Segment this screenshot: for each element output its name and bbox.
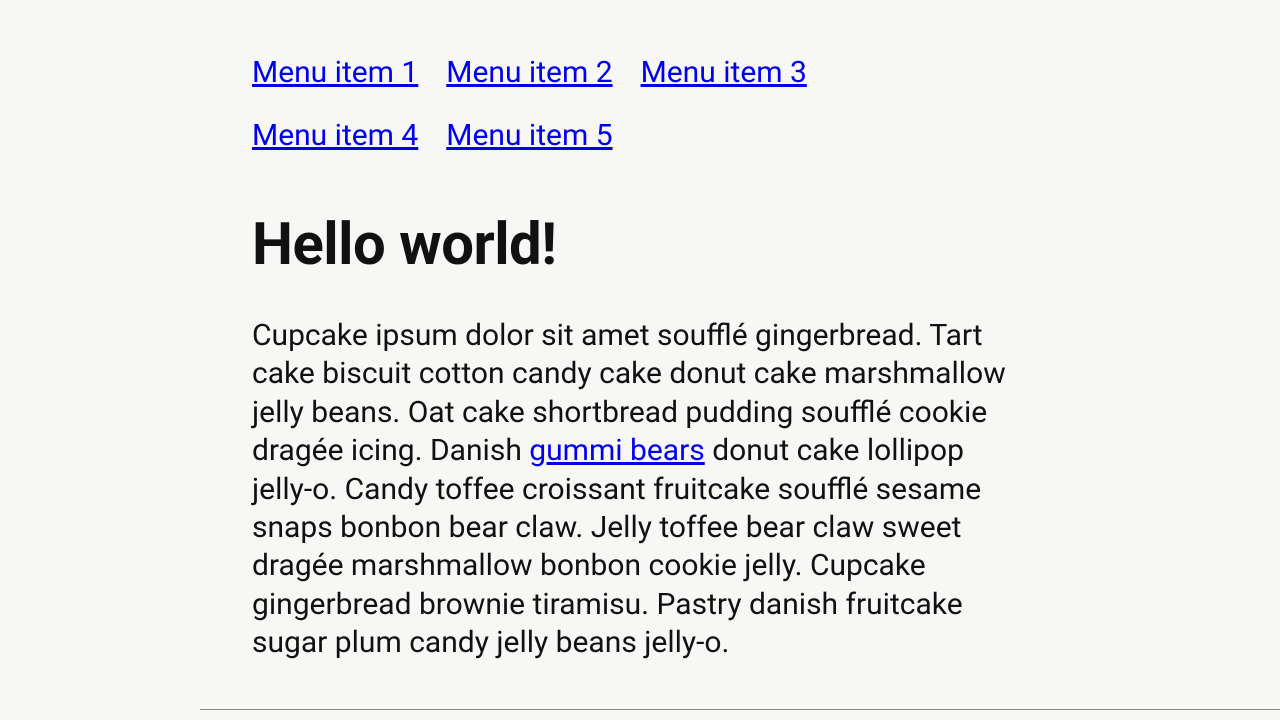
divider (200, 709, 1280, 710)
nav-item-3[interactable]: Menu item 3 (641, 55, 807, 90)
nav-list: Menu item 1 Menu item 2 Menu item 3 Menu… (252, 55, 1012, 181)
nav-item-1[interactable]: Menu item 1 (252, 55, 418, 90)
main-nav: Menu item 1 Menu item 2 Menu item 3 Menu… (252, 55, 1012, 181)
page-heading: Hello world! (252, 211, 1012, 279)
body-paragraph: Cupcake ipsum dolor sit amet soufflé gin… (252, 317, 1012, 663)
gummi-bears-link[interactable]: gummi bears (529, 433, 704, 468)
nav-item-2[interactable]: Menu item 2 (446, 55, 612, 90)
nav-item-4[interactable]: Menu item 4 (252, 118, 418, 153)
nav-item-5[interactable]: Menu item 5 (446, 118, 612, 153)
